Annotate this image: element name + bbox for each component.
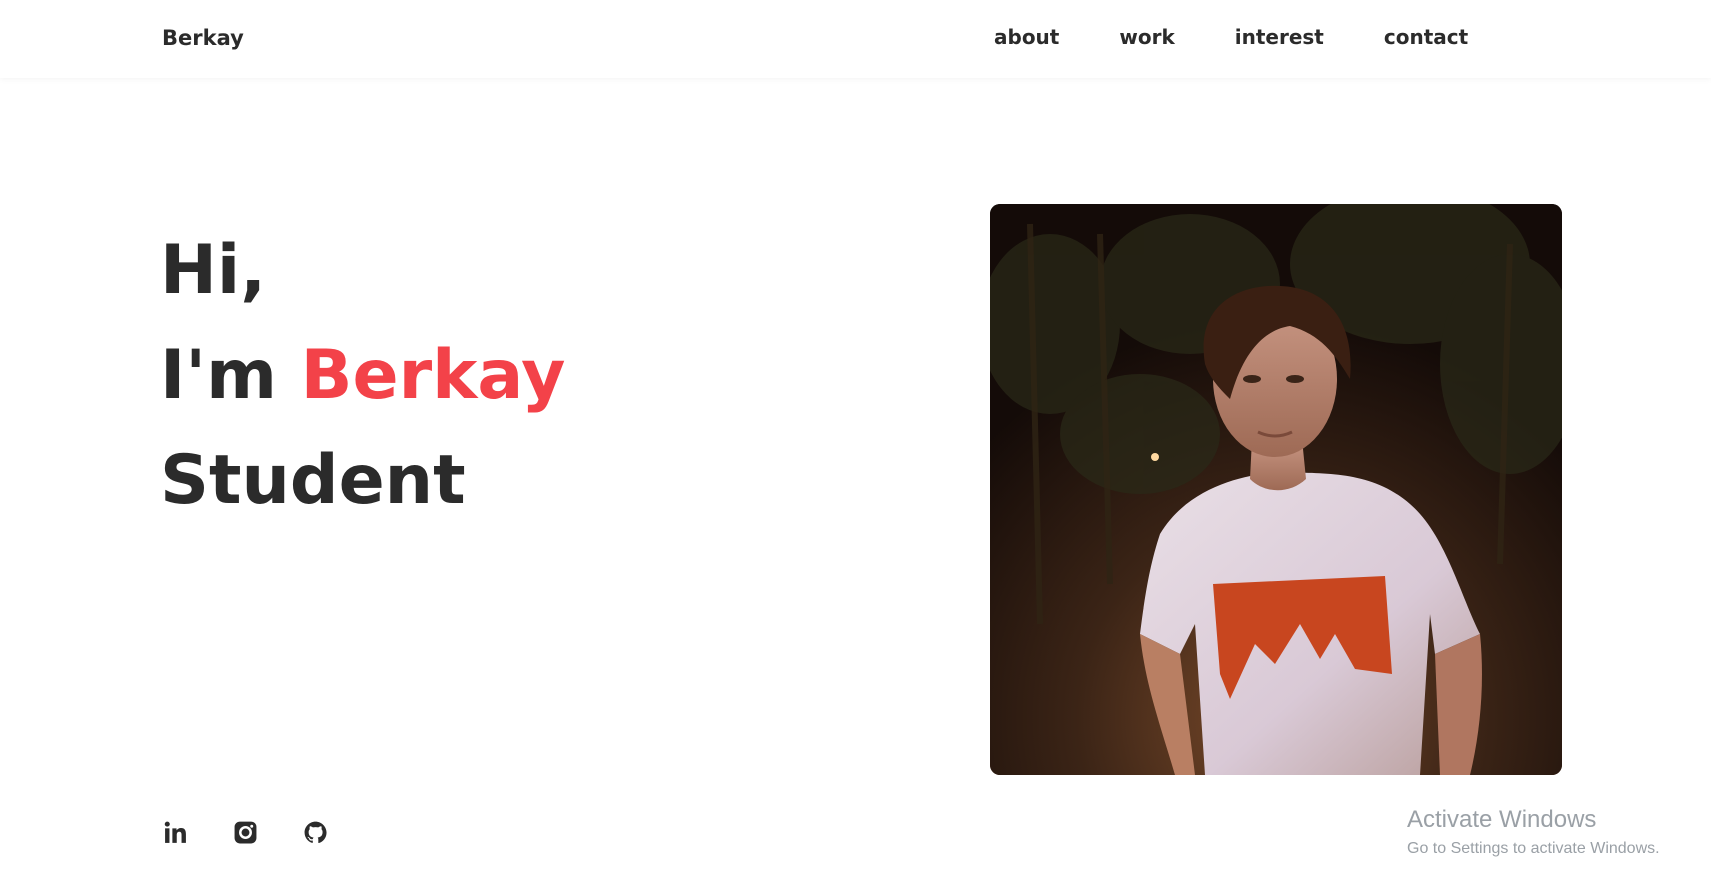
brand-logo[interactable]: Berkay [162,26,244,50]
profile-photo [990,204,1562,775]
hero-heading: Hi, I'm Berkay Student [160,218,565,533]
social-links [163,820,328,845]
nav-about-link[interactable]: about [994,25,1059,49]
profile-photo-illustration [990,204,1562,775]
nav-contact-link[interactable]: contact [1384,25,1468,49]
instagram-icon[interactable] [233,820,258,845]
windows-activation-watermark: Activate Windows Go to Settings to activ… [1407,806,1660,858]
main-nav: about work interest contact [994,25,1468,49]
nav-work-link[interactable]: work [1119,25,1174,49]
watermark-title: Activate Windows [1407,806,1597,833]
linkedin-icon[interactable] [163,820,188,845]
hero-name: Berkay [300,336,566,415]
site-header: Berkay about work interest contact [0,0,1711,78]
nav-interest-link[interactable]: interest [1235,25,1324,49]
hero-intro: I'm Berkay [160,323,565,428]
github-icon[interactable] [303,820,328,845]
hero-greeting: Hi, [160,231,267,310]
watermark-subtitle: Go to Settings to activate Windows. [1407,840,1660,857]
hero-role: Student [160,441,466,520]
hero-intro-prefix: I'm [160,336,301,415]
